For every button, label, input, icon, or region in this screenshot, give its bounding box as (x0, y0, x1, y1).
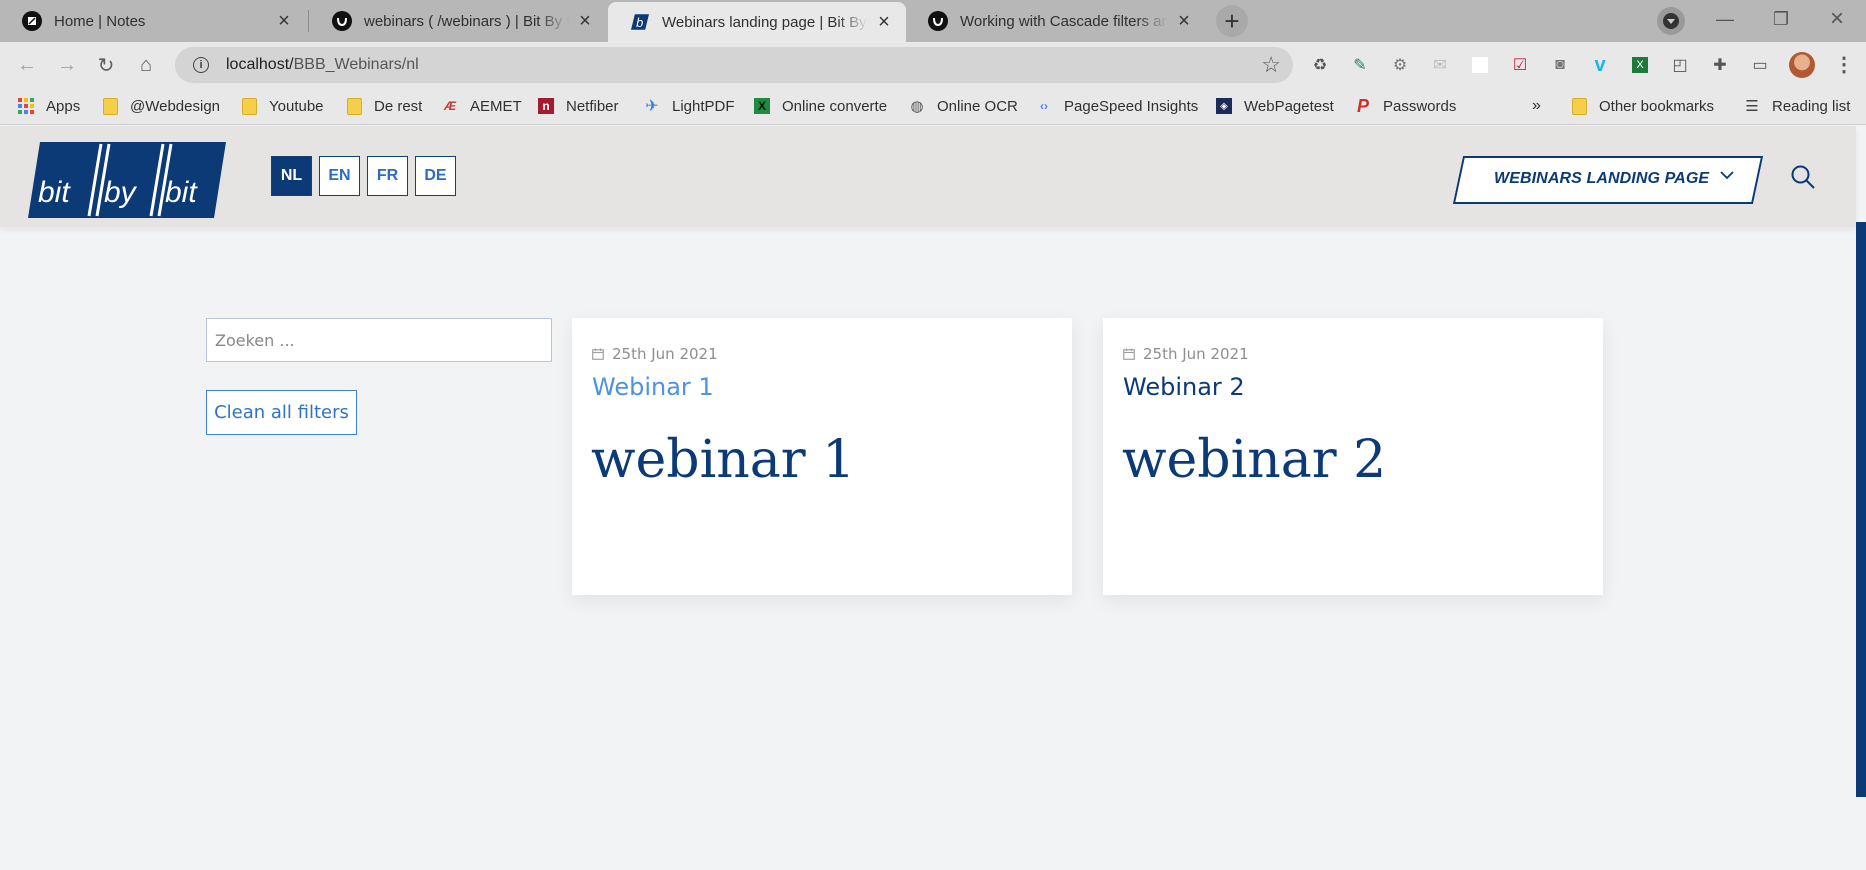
folder-icon (241, 97, 257, 115)
lang-en-button[interactable]: EN (319, 156, 360, 196)
blank-extension-icon[interactable] (1470, 55, 1490, 75)
close-icon[interactable]: × (874, 11, 894, 34)
restore-button[interactable]: ❐ (1754, 0, 1808, 38)
lang-fr-button[interactable]: FR (367, 156, 408, 196)
reading-list-button[interactable]: ☰ Reading list (1744, 95, 1850, 117)
lightpdf-icon: ✈ (645, 98, 659, 115)
calendar-icon (1123, 348, 1135, 360)
back-button[interactable]: ← (12, 50, 42, 80)
cast-icon[interactable]: ▭ (1750, 55, 1770, 75)
bookmark-pagespeed[interactable]: ‹› PageSpeed Insights (1036, 95, 1198, 117)
bookmark-youtube[interactable]: Youtube (241, 95, 324, 117)
checklist-extension-icon[interactable]: ☑ (1510, 55, 1530, 75)
clean-all-filters-button[interactable]: Clean all filters (206, 390, 357, 435)
svg-text:b: b (636, 15, 643, 30)
folder-icon (1571, 97, 1587, 115)
close-icon[interactable]: × (575, 10, 595, 33)
netfiber-icon: n (538, 98, 554, 114)
reload-button[interactable]: ↻ (91, 50, 121, 80)
tab-cascade-filters[interactable]: Working with Cascade filters and × (906, 2, 1206, 40)
bookmark-lightpdf[interactable]: ✈ LightPDF (644, 95, 734, 117)
browser-tab-strip: Home | Notes × webinars ( /webinars ) | … (0, 0, 1866, 42)
close-icon[interactable]: × (1174, 10, 1194, 33)
svg-text:by: by (104, 176, 138, 209)
bookmarks-bar: Apps @Webdesign Youtube De rest Æ AEMET … (0, 88, 1866, 125)
card-date: 25th Jun 2021 (1123, 345, 1249, 363)
bookmarks-overflow-button[interactable]: » (1532, 95, 1541, 117)
bitbybit-logo[interactable]: bit by bit (28, 142, 226, 218)
card-date: 25th Jun 2021 (592, 345, 718, 363)
folder-icon (346, 97, 362, 115)
tab-search-icon (1663, 13, 1679, 29)
aemet-icon: Æ (444, 99, 456, 113)
globe-icon: ◍ (910, 98, 924, 115)
notes-favicon (22, 11, 42, 31)
bookmark-apps[interactable]: Apps (18, 95, 80, 117)
bookmark-other-bookmarks[interactable]: Other bookmarks (1571, 95, 1714, 117)
browser-toolbar: ← → ↻ ⌂ i localhost/BBB_Webinars/nl ☆ ♻ … (0, 42, 1866, 88)
recycle-icon[interactable]: ♻ (1310, 55, 1330, 75)
eyedropper-icon[interactable]: ✎ (1350, 55, 1370, 75)
lang-nl-button[interactable]: NL (271, 156, 312, 196)
forward-button[interactable]: → (52, 50, 82, 80)
search-icon[interactable] (1790, 164, 1816, 190)
card-title-link[interactable]: Webinar 1 (592, 373, 714, 401)
bitbybit-favicon: b (630, 12, 650, 32)
bookmark-online-ocr[interactable]: ◍ Online OCR (909, 95, 1017, 117)
calendar-icon (592, 348, 604, 360)
reading-list-icon: ☰ (1745, 98, 1759, 115)
umbraco-favicon (928, 11, 948, 31)
gear-extension-icon[interactable]: ⚙ (1390, 55, 1410, 75)
umbraco-favicon (332, 11, 352, 31)
browser-menu-icon[interactable]: ⋮ (1834, 52, 1854, 77)
window-extension-icon[interactable]: ◰ (1670, 55, 1690, 75)
profile-avatar[interactable] (1789, 52, 1815, 78)
new-tab-button[interactable]: + (1216, 5, 1248, 37)
minimize-button[interactable]: — (1698, 0, 1752, 38)
address-bar[interactable]: i localhost/BBB_Webinars/nl ☆ (175, 47, 1293, 83)
card-body-text: webinar 2 (1122, 430, 1387, 490)
lang-de-button[interactable]: DE (415, 156, 456, 196)
bookmark-aemet[interactable]: Æ AEMET (442, 95, 522, 117)
site-header: bit by bit NL EN FR DE WEBINARS LANDING … (0, 126, 1856, 227)
card-title-link[interactable]: Webinar 2 (1123, 373, 1245, 401)
home-button[interactable]: ⌂ (131, 50, 161, 80)
bookmark-online-converter[interactable]: X Online converte (754, 95, 887, 117)
vimeo-icon[interactable]: v (1590, 54, 1610, 76)
page-scrollbar[interactable] (1856, 222, 1866, 797)
page-selector-dropdown[interactable]: WEBINARS LANDING PAGE (1452, 156, 1764, 204)
search-input[interactable] (206, 318, 552, 362)
card-body-text: webinar 1 (591, 430, 856, 490)
lastpass-icon: P (1356, 95, 1369, 116)
pagespeed-icon: ‹› (1040, 99, 1048, 113)
tab-search-button[interactable] (1657, 7, 1685, 35)
excel-extension-icon[interactable]: X (1630, 55, 1650, 75)
webpagetest-icon: ◈ (1216, 98, 1232, 114)
apps-grid-icon (18, 98, 34, 114)
bookmark-star-icon[interactable]: ☆ (1261, 52, 1281, 78)
bookmark-netfiber[interactable]: n Netfiber (538, 95, 619, 117)
svg-text:bit: bit (165, 176, 198, 209)
tab-webinars-landing[interactable]: b Webinars landing page | Bit By Bit × (608, 2, 906, 42)
chevron-down-icon (1720, 171, 1734, 180)
bookmark-webpagetest[interactable]: ◈ WebPagetest (1216, 95, 1334, 117)
mail-extension-icon[interactable]: ✉ (1430, 55, 1450, 75)
bookmark-de-rest[interactable]: De rest (346, 95, 422, 117)
puzzle-extensions-icon[interactable]: ✚ (1710, 55, 1730, 75)
tab-webinars-umbraco[interactable]: webinars ( /webinars ) | Bit By Bit × (310, 2, 607, 40)
bookmark-passwords[interactable]: P Passwords (1355, 95, 1456, 117)
folder-icon (102, 97, 118, 115)
window-close-button[interactable]: × (1810, 0, 1864, 38)
bookmark-webdesign[interactable]: @Webdesign (102, 95, 220, 117)
camera-icon[interactable]: ◙ (1550, 55, 1570, 75)
site-info-icon[interactable]: i (193, 57, 209, 73)
svg-text:bit: bit (38, 176, 71, 209)
webinar-card-2[interactable]: 25th Jun 2021 Webinar 2 webinar 2 (1103, 318, 1603, 595)
tab-home-notes[interactable]: Home | Notes × (0, 2, 306, 40)
close-icon[interactable]: × (274, 10, 294, 33)
url-text: localhost/BBB_Webinars/nl (226, 56, 419, 73)
converter-icon: X (754, 98, 770, 114)
webinar-card-1[interactable]: 25th Jun 2021 Webinar 1 webinar 1 (572, 318, 1072, 595)
